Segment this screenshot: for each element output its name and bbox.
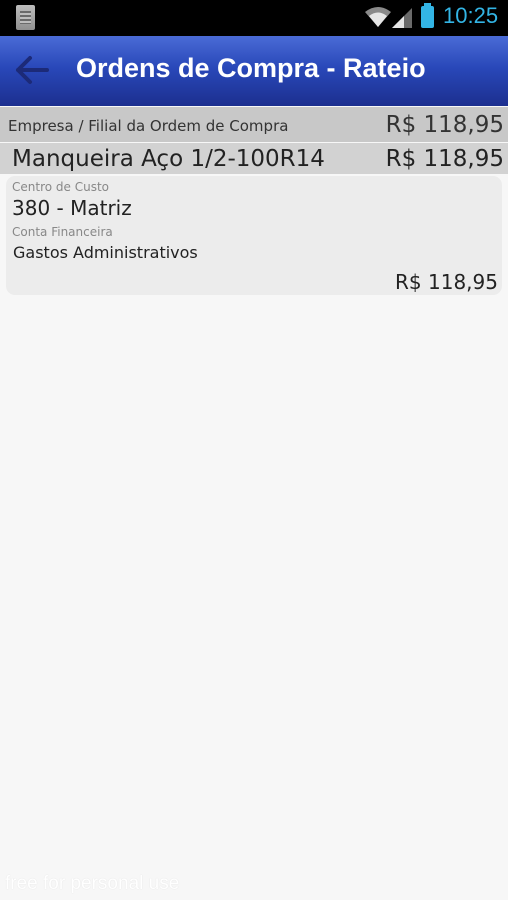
allocation-amount: R$ 118,95 <box>395 270 498 294</box>
cost-center-value: 380 - Matriz <box>12 196 132 220</box>
company-branch-label: Empresa / Filial da Ordem de Compra <box>8 117 289 135</box>
back-arrow-icon[interactable] <box>14 55 50 85</box>
financial-account-label: Conta Financeira <box>12 225 113 239</box>
financial-account-value: Gastos Administrativos <box>13 243 198 262</box>
sim-card-icon <box>16 5 35 30</box>
status-clock: 10:25 <box>443 3 499 28</box>
battery-icon <box>421 3 434 28</box>
wifi-icon <box>365 7 391 27</box>
watermark-text: free for personal use <box>5 873 180 894</box>
allocation-card[interactable]: Centro de Custo 380 - Matriz Conta Finan… <box>6 176 502 295</box>
item-value: R$ 118,95 <box>385 146 504 172</box>
order-item-row[interactable]: Manqueira Aço 1/2-100R14 R$ 118,95 <box>0 143 508 174</box>
order-total-value: R$ 118,95 <box>385 112 504 138</box>
action-bar: Ordens de Compra - Rateio <box>0 36 508 106</box>
cost-center-label: Centro de Custo <box>12 180 109 194</box>
page-title: Ordens de Compra - Rateio <box>76 53 426 83</box>
company-branch-header: Empresa / Filial da Ordem de Compra R$ 1… <box>0 107 508 142</box>
item-description: Manqueira Aço 1/2-100R14 <box>12 146 325 172</box>
signal-icon <box>392 8 412 28</box>
status-bar: 10:25 <box>0 0 508 36</box>
